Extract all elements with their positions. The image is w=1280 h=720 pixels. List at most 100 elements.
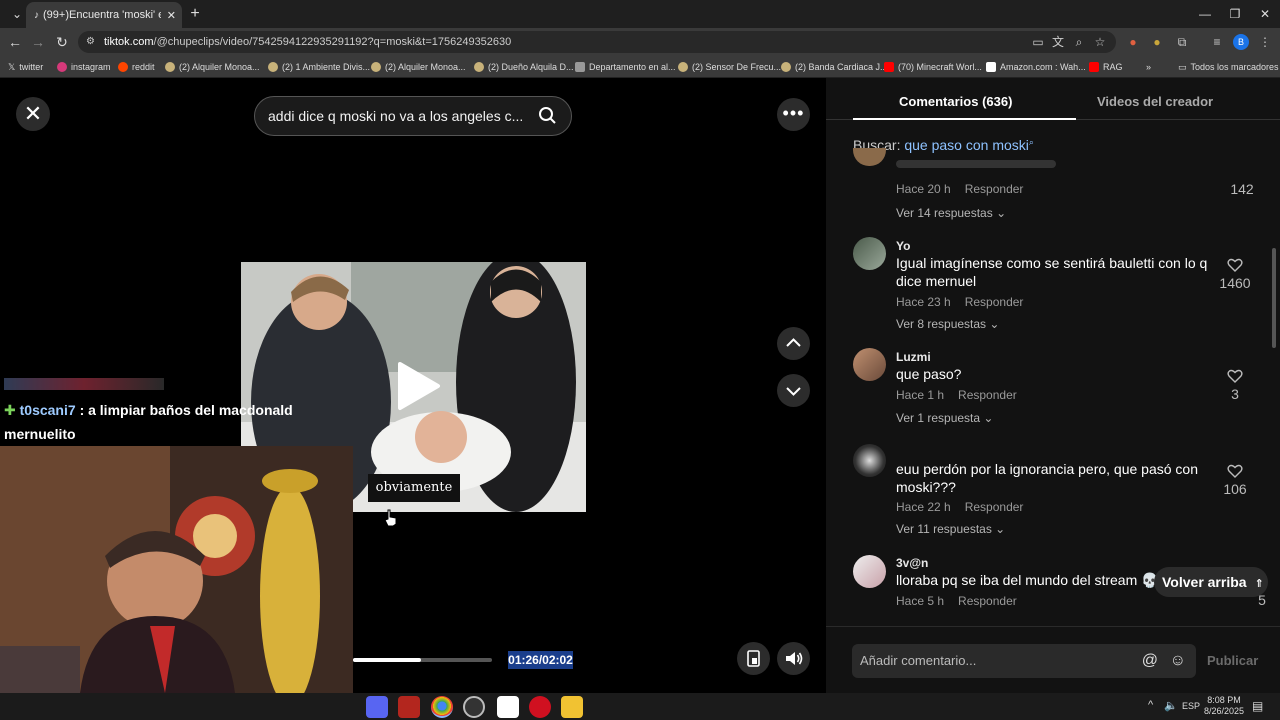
- restore-button[interactable]: ❐: [1220, 4, 1250, 24]
- minimize-button[interactable]: —: [1190, 4, 1220, 24]
- bookmark-star-icon[interactable]: ☆: [1092, 34, 1108, 50]
- bookmark-item[interactable]: Departamento en al...: [575, 60, 676, 74]
- bookmark-item[interactable]: (2) Banda Cardiaca J...: [781, 60, 888, 74]
- reply-link[interactable]: Responder: [958, 594, 1017, 608]
- heart-icon[interactable]: [1227, 368, 1243, 384]
- bookmark-item[interactable]: (2) 1 Ambiente Divis...: [268, 60, 370, 74]
- translate-icon[interactable]: 文: [1050, 34, 1066, 50]
- add-comment-input[interactable]: Añadir comentario... @ ☺: [852, 644, 1196, 678]
- avatar[interactable]: [853, 555, 886, 588]
- site-info-icon[interactable]: ⚙: [86, 31, 95, 53]
- app-icon[interactable]: [398, 696, 420, 718]
- reply-link[interactable]: Responder: [965, 295, 1024, 309]
- reply-link[interactable]: Responder: [958, 388, 1017, 402]
- file-explorer-icon[interactable]: [561, 696, 583, 718]
- close-window-button[interactable]: ✕: [1250, 4, 1280, 24]
- previous-video-button[interactable]: [777, 327, 810, 360]
- forward-button[interactable]: →: [28, 33, 48, 51]
- back-to-top-button[interactable]: Volver arriba ⇑: [1154, 567, 1268, 597]
- avatar[interactable]: [853, 348, 886, 381]
- volume-button[interactable]: [777, 642, 810, 675]
- reload-button[interactable]: ↻: [52, 33, 72, 51]
- app-icon[interactable]: [497, 696, 519, 718]
- chat-message: : a limpiar baños del macdonald: [79, 402, 293, 418]
- bookmark-item[interactable]: (2) Sensor De Frecu...: [678, 60, 781, 74]
- comment-username[interactable]: 3v@n: [896, 556, 928, 570]
- search-small-icon: ⌕: [1028, 137, 1034, 147]
- bookmark-instagram[interactable]: instagram: [57, 60, 111, 74]
- bookmark-twitter[interactable]: 𝕏twitter: [8, 60, 43, 74]
- video-progress-bar[interactable]: [353, 658, 492, 662]
- bookmark-item[interactable]: RAG: [1089, 60, 1123, 74]
- opera-icon[interactable]: [529, 696, 551, 718]
- more-dots-icon: •••: [782, 103, 805, 123]
- more-bookmarks-icon[interactable]: »: [1146, 60, 1151, 74]
- new-tab-button[interactable]: +: [180, 4, 210, 24]
- chrome-icon[interactable]: [431, 696, 453, 718]
- mention-icon[interactable]: @: [1142, 644, 1158, 678]
- avatar[interactable]: [853, 444, 886, 477]
- video-area: ✕ addi dice q moski no va a los angeles …: [0, 78, 826, 693]
- comment-username[interactable]: Yo: [896, 239, 910, 253]
- avatar[interactable]: [853, 237, 886, 270]
- comment-username[interactable]: Luzmi: [896, 350, 931, 364]
- notifications-icon[interactable]: ▤: [1252, 699, 1263, 713]
- profile-avatar-icon[interactable]: B: [1233, 34, 1249, 50]
- bookmark-item[interactable]: (2) Alquiler Monoa...: [371, 60, 466, 74]
- search-term-link[interactable]: que paso con moski: [904, 137, 1029, 153]
- cast-icon[interactable]: ▭: [1030, 34, 1046, 50]
- tab-creator-videos[interactable]: Videos del creador: [1097, 94, 1213, 109]
- video-progress-fill: [353, 658, 422, 662]
- comments-scrollbar[interactable]: [1272, 248, 1276, 348]
- language-indicator[interactable]: ESP: [1182, 701, 1200, 711]
- reply-link[interactable]: Responder: [965, 182, 1024, 196]
- all-bookmarks[interactable]: ▭ Todos los marcadores: [1178, 60, 1279, 74]
- extension-color-icon[interactable]: ●: [1149, 34, 1165, 50]
- tab-comments[interactable]: Comentarios (636): [899, 94, 1012, 109]
- browser-menu-icon[interactable]: ⋮: [1257, 34, 1273, 50]
- taskbar-clock[interactable]: 8:08 PM 8/26/2025: [1200, 695, 1248, 717]
- view-replies-link[interactable]: Ver 11 respuestas ⌄: [896, 522, 1005, 536]
- reply-link[interactable]: Responder: [965, 500, 1024, 514]
- comment-item: Luzmi que paso? Hace 1 h Responder Ver 1 …: [853, 348, 1253, 428]
- youtube-icon: [1089, 62, 1099, 72]
- view-replies-link[interactable]: Ver 14 respuestas ⌄: [896, 206, 1006, 220]
- back-button[interactable]: ←: [5, 33, 25, 51]
- close-video-button[interactable]: ✕: [16, 97, 50, 131]
- emoji-icon[interactable]: ☺: [1170, 644, 1186, 678]
- more-options-button[interactable]: •••: [777, 98, 810, 131]
- marketplace-icon: [165, 62, 175, 72]
- browser-tab[interactable]: ♪ (99+)Encuentra 'moski' en TikTo ✕: [26, 2, 182, 28]
- search-icon[interactable]: [535, 103, 561, 129]
- publish-button[interactable]: Publicar: [1207, 653, 1258, 668]
- comments-panel: Comentarios (636) Videos del creador Bus…: [826, 78, 1280, 693]
- heart-icon[interactable]: [1227, 257, 1243, 273]
- bookmark-reddit[interactable]: reddit: [118, 60, 155, 74]
- bookmark-item[interactable]: (70) Minecraft Worl...: [884, 60, 982, 74]
- view-replies-link[interactable]: Ver 1 respuesta ⌄: [896, 411, 993, 425]
- picture-in-picture-button[interactable]: [737, 642, 770, 675]
- next-video-button[interactable]: [777, 374, 810, 407]
- discord-icon[interactable]: [366, 696, 388, 718]
- pip-icon: [747, 650, 760, 667]
- zoom-icon[interactable]: ⌕: [1071, 34, 1087, 50]
- tray-chevron-icon[interactable]: ^: [1148, 699, 1153, 711]
- search-input[interactable]: addi dice q moski no va a los angeles c.…: [254, 96, 572, 136]
- play-icon[interactable]: [396, 360, 442, 412]
- bookmark-item[interactable]: Amazon.com : Wah...: [986, 60, 1086, 74]
- tiktok-page: ✕ addi dice q moski no va a los angeles …: [0, 78, 1280, 693]
- obs-icon[interactable]: [463, 696, 485, 718]
- bookmarks-bar: 𝕏twitter instagram reddit (2) Alquiler M…: [0, 56, 1280, 78]
- close-tab-icon[interactable]: ✕: [161, 9, 182, 22]
- bookmark-item[interactable]: (2) Dueño Alquila D...: [474, 60, 574, 74]
- media-control-icon[interactable]: ≡: [1209, 34, 1225, 50]
- view-replies-link[interactable]: Ver 8 respuestas ⌄: [896, 317, 999, 331]
- avatar[interactable]: [853, 148, 886, 166]
- extensions-puzzle-icon[interactable]: ⧉: [1174, 34, 1190, 50]
- speaker-icon[interactable]: 🔈: [1164, 699, 1178, 712]
- bookmark-item[interactable]: (2) Alquiler Monoa...: [165, 60, 260, 74]
- extension-fox-icon[interactable]: ●: [1125, 34, 1141, 50]
- heart-icon[interactable]: [1227, 463, 1243, 479]
- address-bar[interactable]: ⚙ tiktok.com/@chupeclips/video/754259412…: [78, 31, 1116, 53]
- marketplace-icon: [474, 62, 484, 72]
